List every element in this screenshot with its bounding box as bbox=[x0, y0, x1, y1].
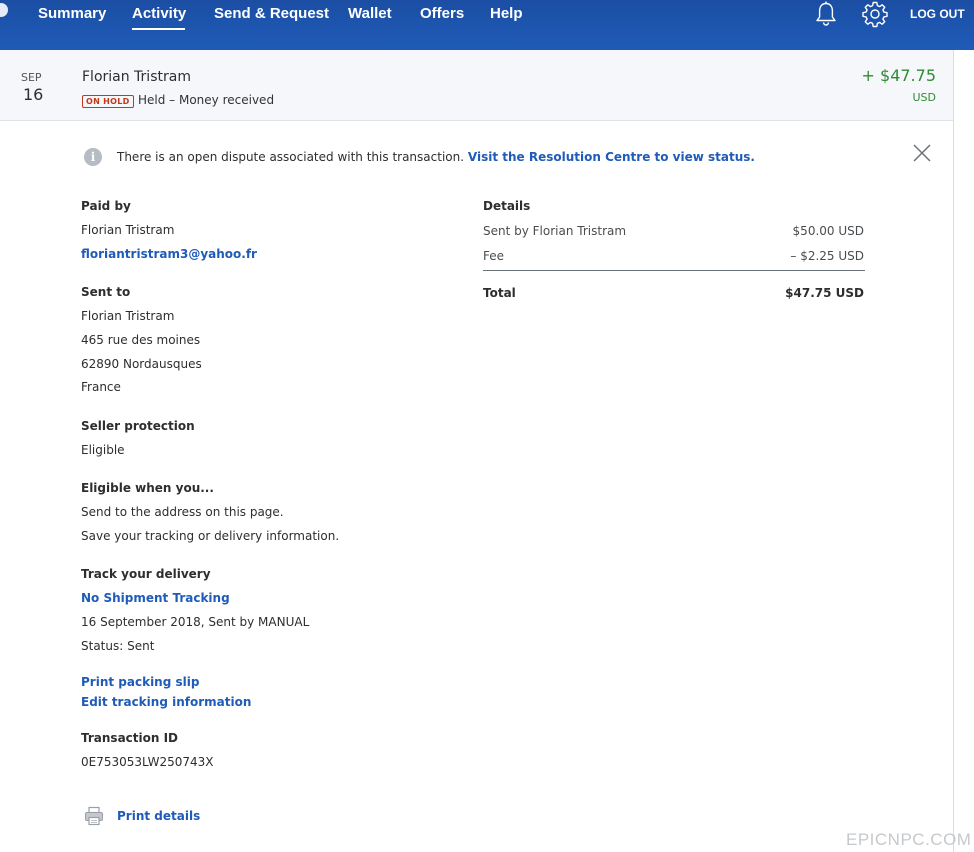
payer-name: Florian Tristram bbox=[81, 223, 175, 237]
transaction-currency: USD bbox=[912, 91, 936, 104]
nav-summary[interactable]: Summary bbox=[38, 5, 106, 22]
payer-email-link[interactable]: floriantristram3@yahoo.fr bbox=[81, 247, 257, 261]
transaction-amount: + $47.75 bbox=[861, 66, 936, 85]
transaction-month: SEP bbox=[21, 71, 42, 84]
details-total-amount: $47.75 USD bbox=[785, 286, 864, 300]
print-packing-slip-link[interactable]: Print packing slip bbox=[81, 675, 199, 689]
eligible-when-label: Eligible when you... bbox=[81, 481, 214, 495]
bell-icon[interactable] bbox=[812, 0, 840, 28]
details-total-label: Total bbox=[483, 286, 516, 300]
print-details-link[interactable]: Print details bbox=[117, 809, 200, 823]
dispute-notice-text: There is an open dispute associated with… bbox=[117, 150, 465, 164]
transaction-status: Held – Money received bbox=[138, 93, 275, 107]
details-divider bbox=[483, 270, 865, 271]
transaction-id-label: Transaction ID bbox=[81, 731, 179, 745]
details-title: Details bbox=[483, 199, 531, 213]
detail-row-amount: – $2.25 USD bbox=[790, 249, 864, 263]
nav-send-request[interactable]: Send & Request bbox=[214, 5, 329, 22]
shipment-tracking-link[interactable]: No Shipment Tracking bbox=[81, 591, 230, 605]
close-icon[interactable] bbox=[911, 142, 933, 164]
watermark: EPICNPC.COM bbox=[846, 830, 972, 849]
detail-row-label: Sent by Florian Tristram bbox=[483, 224, 627, 238]
eligible-condition-2: Save your tracking or delivery informati… bbox=[81, 529, 340, 543]
top-navigation: Summary Activity Send & Request Wallet O… bbox=[0, 0, 974, 50]
shipment-sent-info: 16 September 2018, Sent by MANUAL bbox=[81, 615, 310, 629]
nav-wallet[interactable]: Wallet bbox=[348, 5, 392, 22]
transaction-counterparty: Florian Tristram bbox=[82, 69, 191, 85]
transaction-header[interactable]: SEP 16 Florian Tristram ON HOLD Held – M… bbox=[0, 50, 954, 121]
nav-active-indicator bbox=[132, 28, 185, 30]
recipient-name: Florian Tristram bbox=[81, 309, 175, 323]
address-line-2: 62890 Nordausques bbox=[81, 357, 202, 371]
gear-icon[interactable] bbox=[861, 0, 889, 28]
logo-icon[interactable] bbox=[0, 3, 8, 17]
paid-by-label: Paid by bbox=[81, 199, 131, 213]
printer-icon[interactable] bbox=[84, 806, 104, 826]
address-line-1: 465 rue des moines bbox=[81, 333, 201, 347]
eligible-condition-1: Send to the address on this page. bbox=[81, 505, 284, 519]
info-icon: i bbox=[84, 148, 102, 166]
sent-to-label: Sent to bbox=[81, 285, 131, 299]
detail-row-amount: $50.00 USD bbox=[792, 224, 864, 238]
on-hold-badge: ON HOLD bbox=[82, 95, 134, 108]
address-country: France bbox=[81, 380, 121, 394]
nav-activity[interactable]: Activity bbox=[132, 5, 186, 22]
nav-help[interactable]: Help bbox=[490, 5, 523, 22]
edit-tracking-link[interactable]: Edit tracking information bbox=[81, 695, 251, 709]
seller-protection-value: Eligible bbox=[81, 443, 125, 457]
resolution-centre-link[interactable]: Visit the Resolution Centre to view stat… bbox=[468, 150, 755, 164]
transaction-day: 16 bbox=[23, 85, 44, 104]
nav-offers[interactable]: Offers bbox=[420, 5, 464, 22]
page-margin bbox=[954, 50, 974, 852]
shipment-status: Status: Sent bbox=[81, 639, 155, 653]
track-delivery-label: Track your delivery bbox=[81, 567, 211, 581]
dispute-notice: There is an open dispute associated with… bbox=[117, 150, 755, 164]
logout-button[interactable]: LOG OUT bbox=[910, 7, 965, 21]
seller-protection-label: Seller protection bbox=[81, 419, 195, 433]
transaction-id-value: 0E753053LW250743X bbox=[81, 755, 214, 769]
detail-row-label: Fee bbox=[483, 249, 505, 263]
